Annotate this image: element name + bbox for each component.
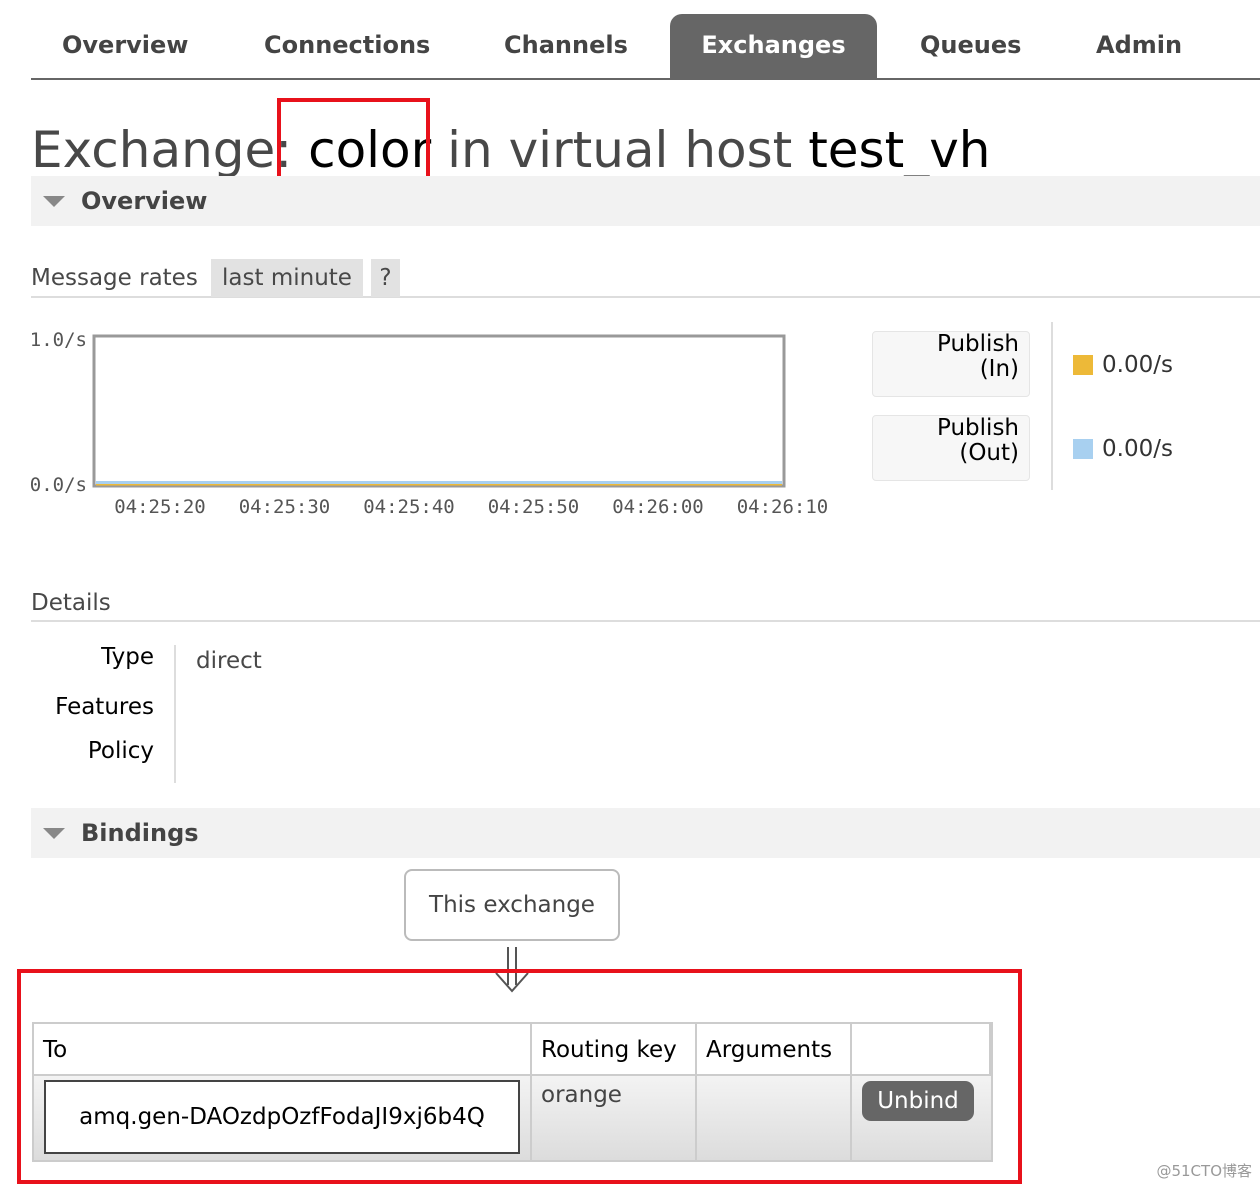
tab-overview[interactable]: Overview <box>62 14 188 78</box>
legend-value-publish-out: 0.00/s <box>1102 436 1173 462</box>
legend-swatch-publish-out <box>1073 439 1093 459</box>
chart-plot-area <box>92 334 786 488</box>
rate-help-button[interactable]: ? <box>371 259 400 297</box>
details-divider <box>174 645 176 783</box>
routing-key-value: orange <box>541 1082 622 1108</box>
queue-link[interactable]: amq.gen-DAOzdpOzfFodaJI9xj6b4Q <box>44 1080 520 1154</box>
column-header-actions <box>852 1024 991 1074</box>
legend-divider <box>1051 322 1053 490</box>
overview-section-label: Overview <box>81 187 208 215</box>
column-header-arguments: Arguments <box>697 1024 852 1074</box>
collapse-triangle-icon <box>43 196 65 207</box>
detail-type-label: Type <box>101 644 154 670</box>
main-nav: Overview Connections Channels Exchanges … <box>31 14 1260 80</box>
cell-arguments <box>697 1076 852 1162</box>
legend-swatch-publish-in <box>1073 355 1093 375</box>
tab-channels[interactable]: Channels <box>504 14 628 78</box>
table-row: amq.gen-DAOzdpOzfFodaJI9xj6b4Q orange Un… <box>34 1074 991 1162</box>
detail-type-value: direct <box>196 648 262 674</box>
bindings-section-label: Bindings <box>81 819 199 847</box>
message-rates-label: Message rates <box>31 265 198 291</box>
message-rates-chart: 1.0/s 0.0/s 04:25:20 04:25:30 04:25:40 04:2… <box>30 329 829 518</box>
details-label: Details <box>31 590 111 616</box>
unbind-button[interactable]: Unbind <box>862 1081 974 1121</box>
this-exchange-box: This exchange <box>404 869 620 941</box>
title-middle: in virtual host <box>447 121 793 179</box>
cell-to: amq.gen-DAOzdpOzfFodaJI9xj6b4Q <box>34 1076 532 1162</box>
cell-routing-key: orange <box>532 1076 697 1162</box>
collapse-triangle-icon <box>43 828 65 839</box>
vhost-name: test_vh <box>808 121 991 179</box>
overview-section-toggle[interactable]: Overview <box>31 176 1260 226</box>
exchange-name: color <box>308 121 432 179</box>
legend-value-publish-in: 0.00/s <box>1102 352 1173 378</box>
x-tick-label: 04:25:20 <box>114 496 206 518</box>
rate-range-selector[interactable]: last minute <box>211 259 363 297</box>
tab-queues[interactable]: Queues <box>920 14 1021 78</box>
legend-publish-in-line2: (In) <box>979 356 1019 382</box>
detail-features-label: Features <box>55 694 154 720</box>
column-header-to: To <box>34 1024 532 1074</box>
details-header: Details <box>31 584 1260 622</box>
watermark: @51CTO博客 <box>1156 1162 1252 1180</box>
x-tick-label: 04:26:00 <box>612 496 704 518</box>
y-tick-bottom: 0.0/s <box>30 474 87 496</box>
legend-publish-out-line2: (Out) <box>959 440 1019 466</box>
column-header-routing-key: Routing key <box>532 1024 697 1074</box>
x-tick-label: 04:25:30 <box>239 496 331 518</box>
tab-connections[interactable]: Connections <box>264 14 430 78</box>
legend-publish-in-label: Publish (In) <box>872 331 1030 397</box>
page-title: Exchange: color in virtual host test_vh <box>31 120 991 180</box>
x-tick-label: 04:25:50 <box>488 496 580 518</box>
y-tick-top: 1.0/s <box>30 329 87 351</box>
double-arrow-down-icon <box>495 947 529 993</box>
tab-exchanges[interactable]: Exchanges <box>670 14 877 78</box>
bindings-table: To Routing key Arguments amq.gen-DAOzdpO… <box>32 1022 993 1162</box>
legend-publish-in-line1: Publish <box>937 331 1019 357</box>
legend-publish-out-line1: Publish <box>937 415 1019 441</box>
tab-admin[interactable]: Admin <box>1096 14 1182 78</box>
x-tick-label: 04:25:40 <box>363 496 455 518</box>
detail-policy-label: Policy <box>87 738 154 764</box>
cell-actions: Unbind <box>852 1076 991 1162</box>
title-prefix: Exchange: <box>31 121 293 179</box>
legend-publish-out-label: Publish (Out) <box>872 415 1030 481</box>
x-tick-label: 04:26:10 <box>737 496 829 518</box>
message-rates-header: Message rates last minute ? <box>31 258 1260 298</box>
bindings-section-toggle[interactable]: Bindings <box>31 808 1260 858</box>
